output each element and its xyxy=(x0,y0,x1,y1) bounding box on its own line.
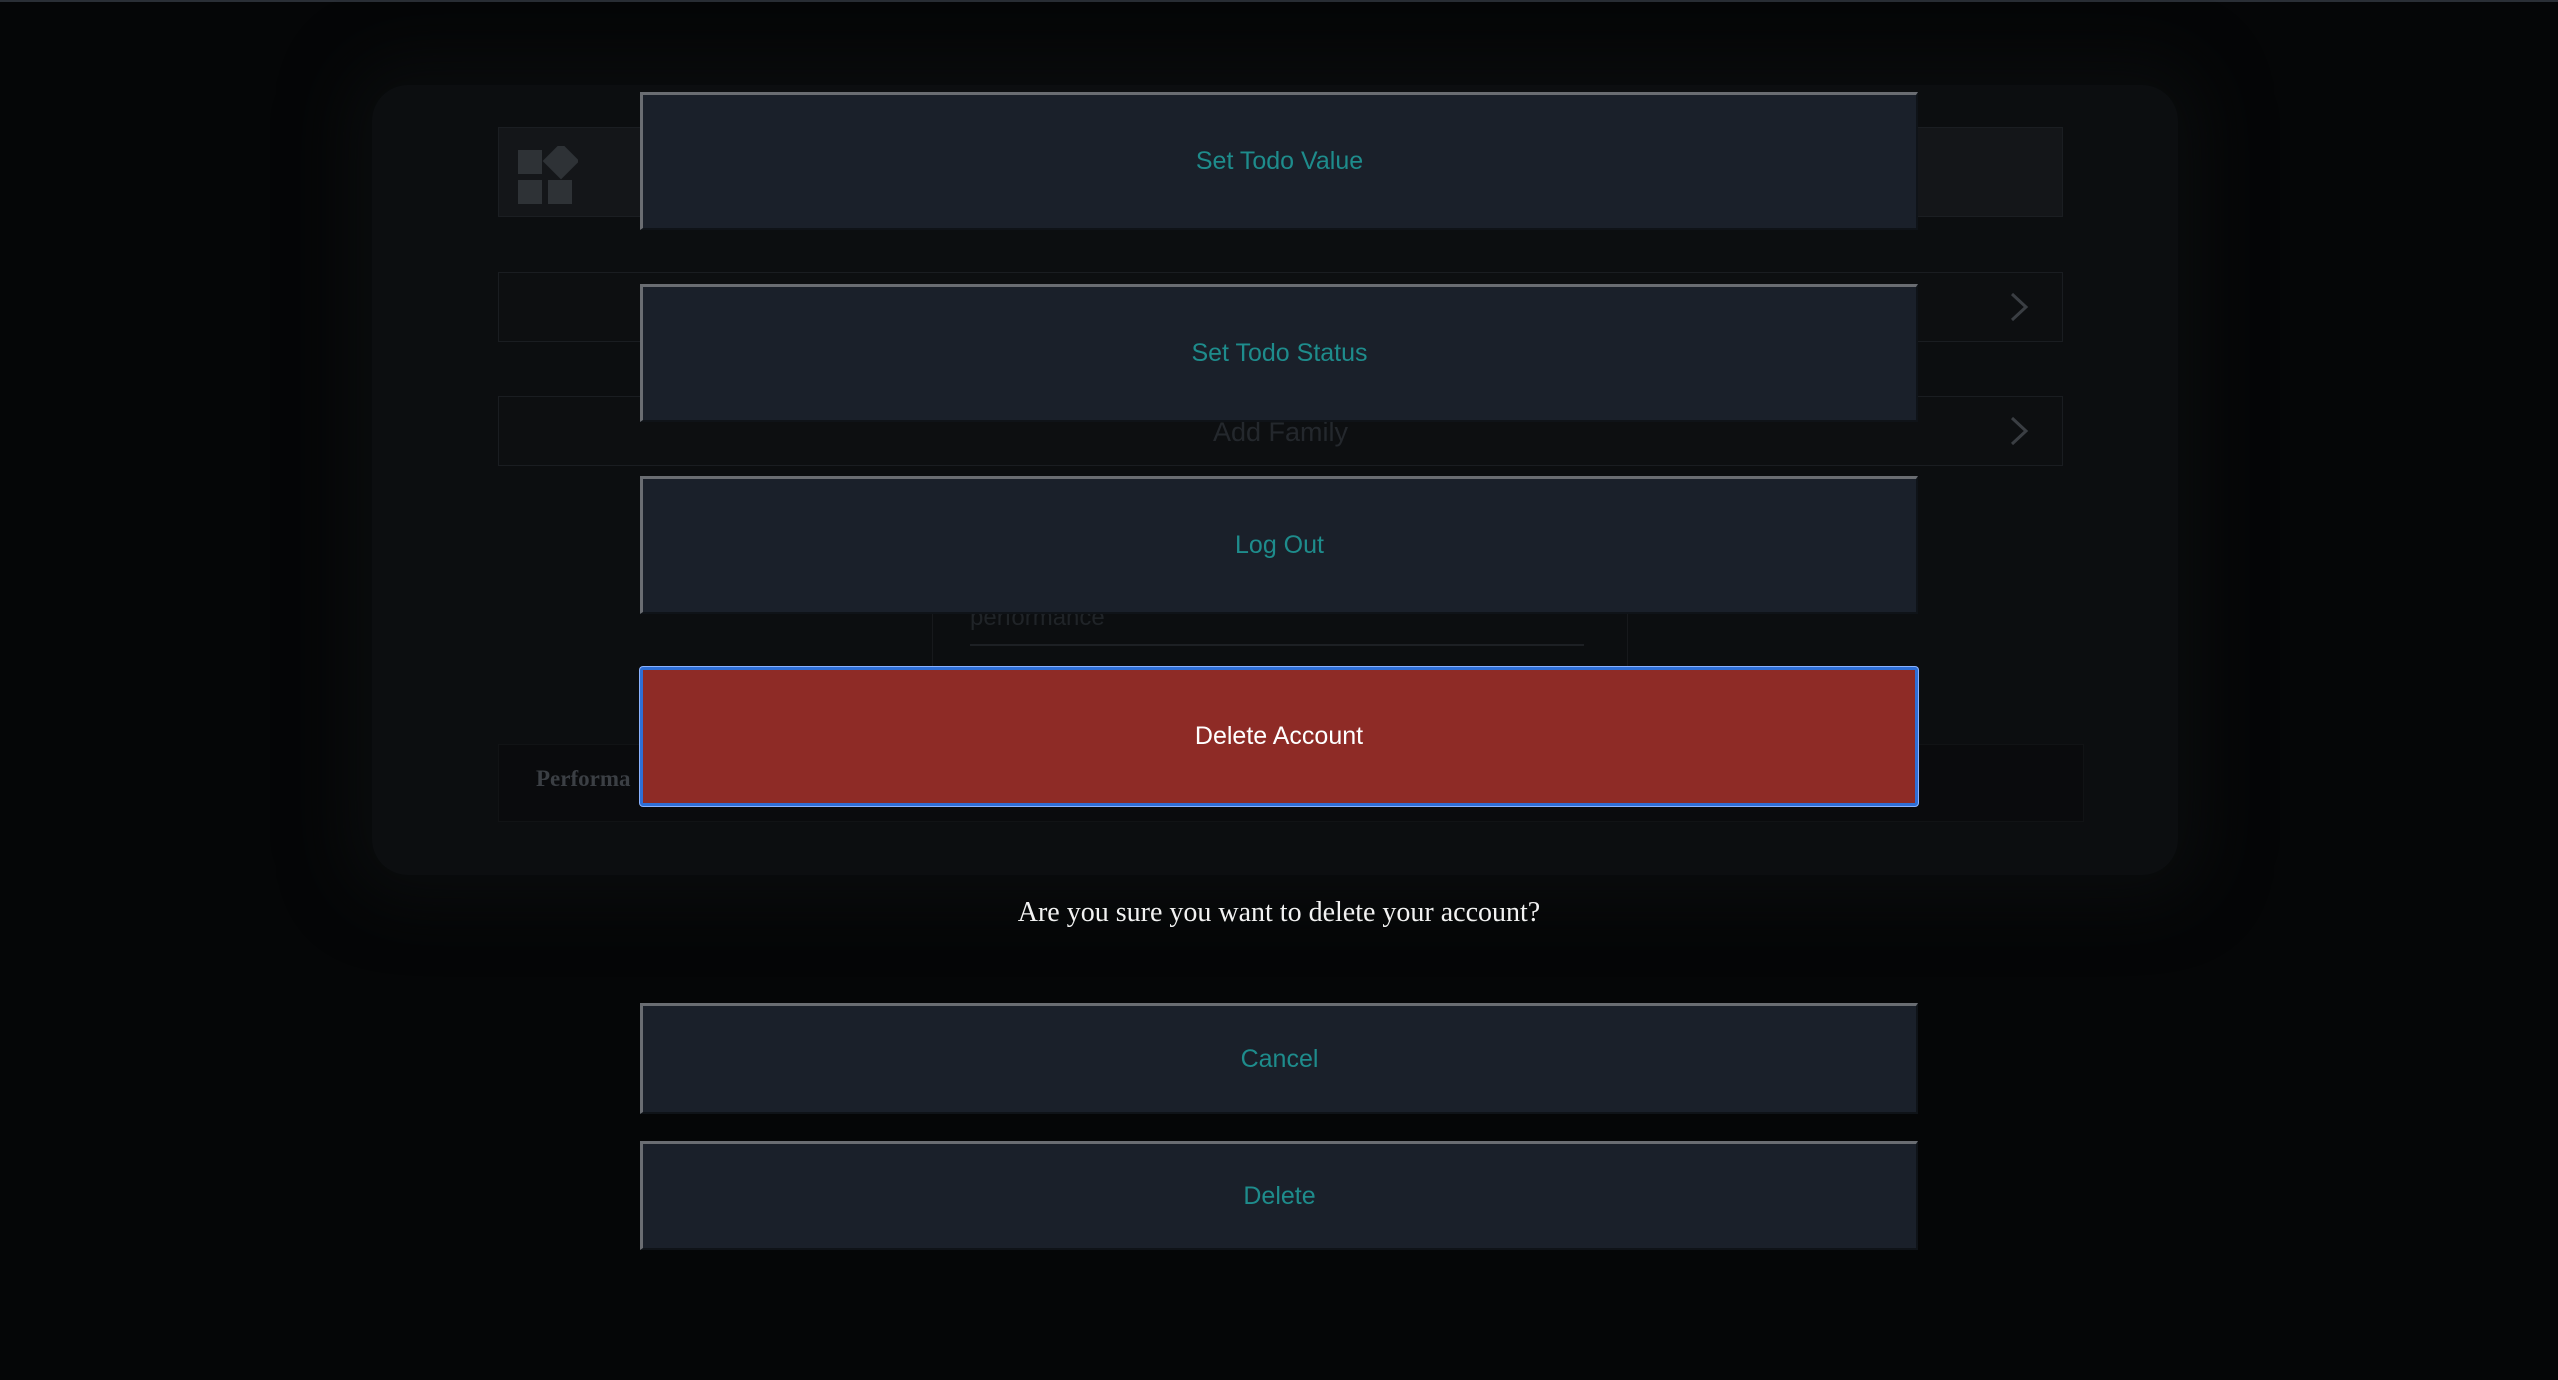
chevron-right-icon xyxy=(2010,416,2029,446)
chevron-right-icon xyxy=(2010,292,2029,322)
cancel-button[interactable]: Cancel xyxy=(640,1003,1918,1114)
set-todo-value-button[interactable]: Set Todo Value xyxy=(640,92,1918,230)
log-out-button[interactable]: Log Out xyxy=(640,476,1918,614)
delete-account-button[interactable]: Delete Account xyxy=(640,667,1918,806)
delete-confirmation-message: Are you sure you want to delete your acc… xyxy=(1017,897,1541,928)
grid-shapes-icon xyxy=(518,146,578,204)
screen: Add Family performance Performa Set Todo… xyxy=(0,0,2558,1380)
set-todo-status-button[interactable]: Set Todo Status xyxy=(640,284,1918,422)
confirm-delete-button[interactable]: Delete xyxy=(640,1141,1918,1250)
background-footer-label: Performa xyxy=(536,766,631,791)
